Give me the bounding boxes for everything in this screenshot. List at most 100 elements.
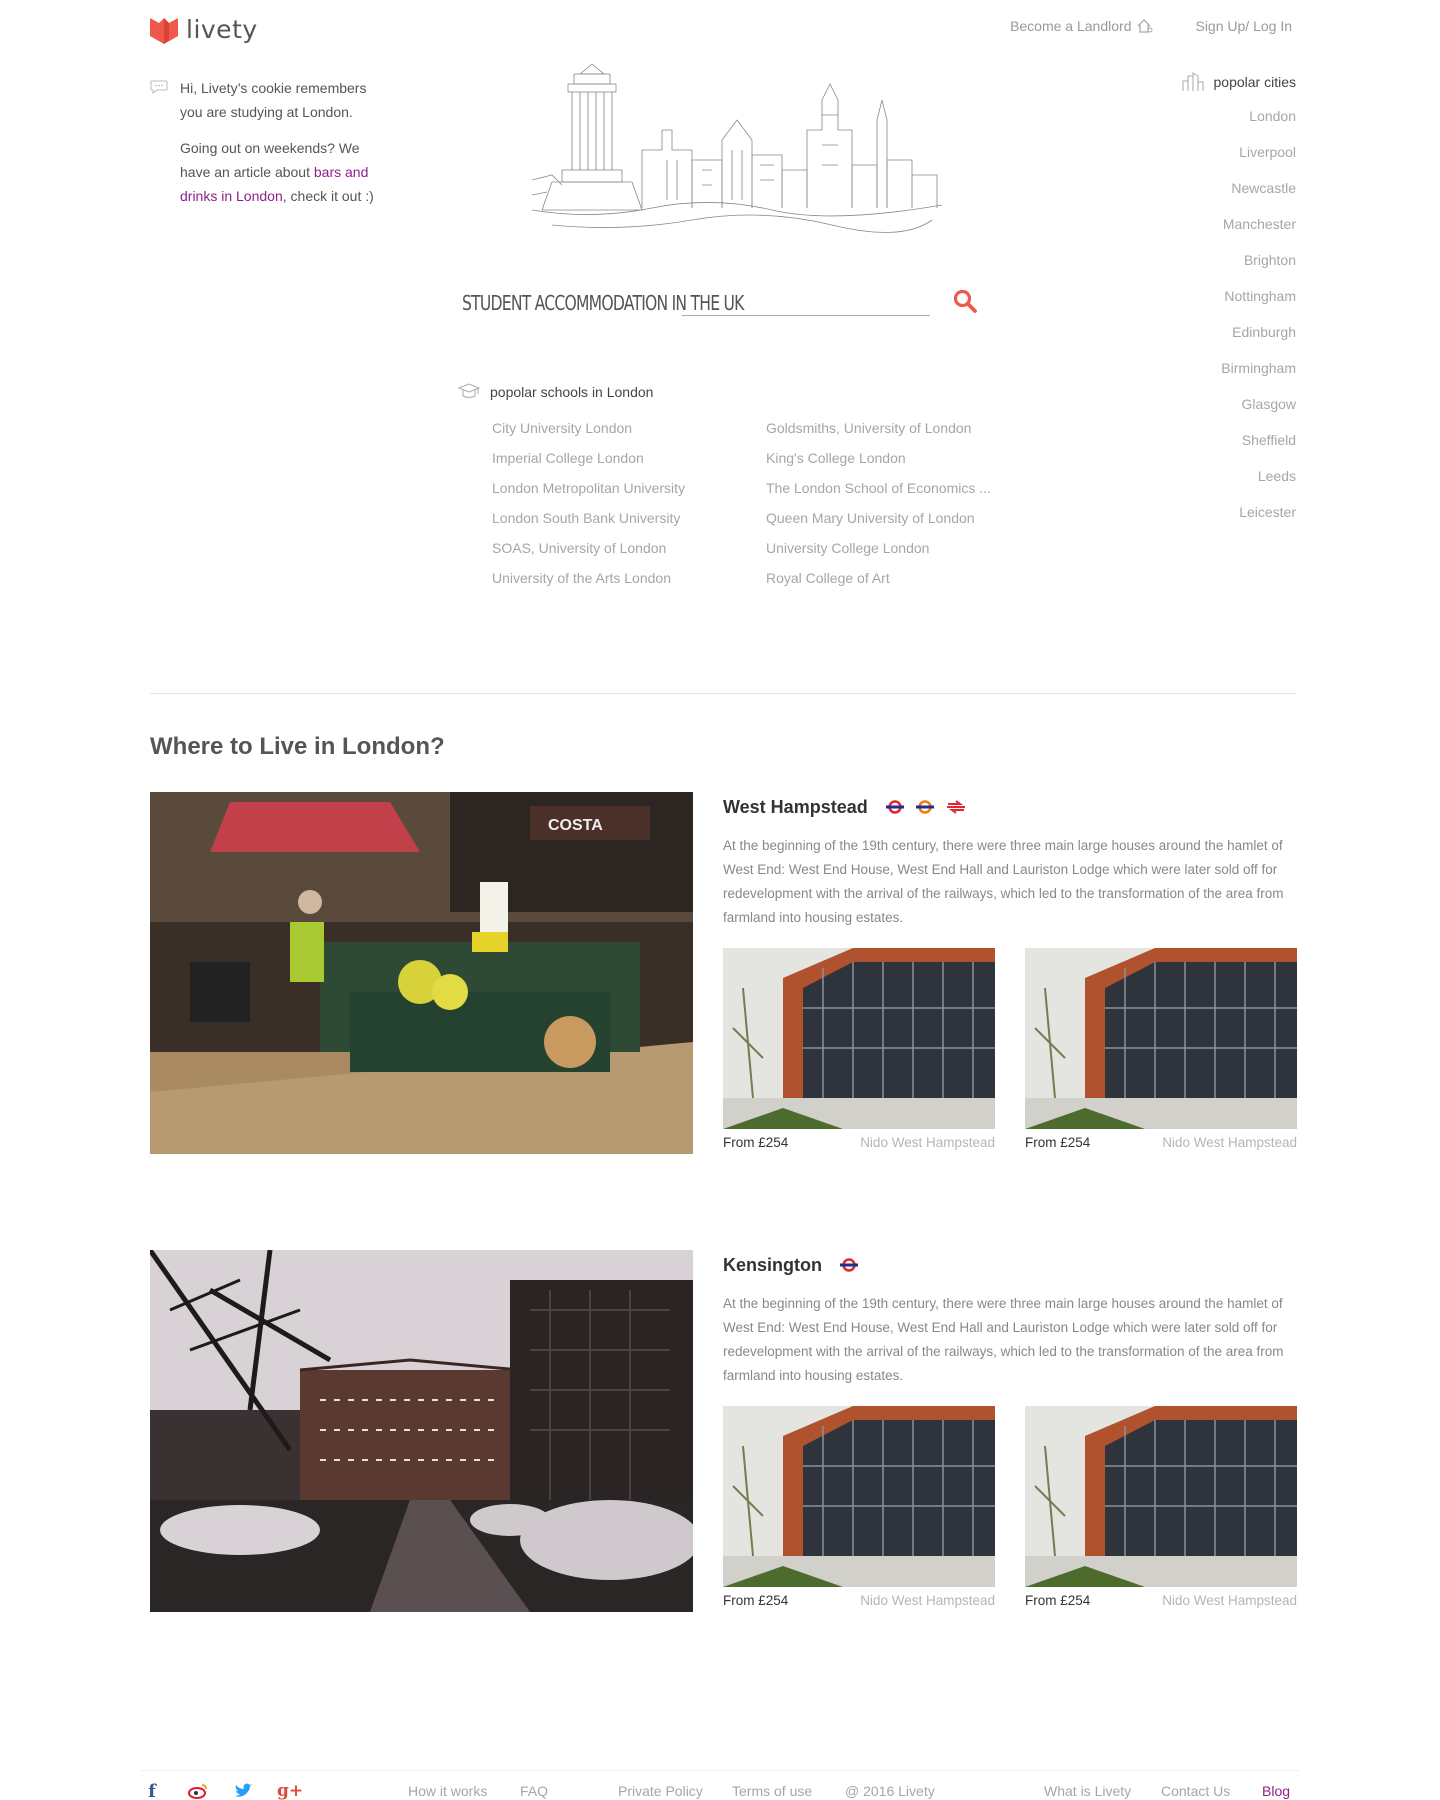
- school-link[interactable]: The London School of Economics ...: [766, 478, 996, 498]
- skyline-illustration: [532, 63, 942, 233]
- listings: From £254 Nido West Hampstead From £254 …: [723, 1406, 1297, 1608]
- city-link[interactable]: Glasgow: [1076, 394, 1296, 430]
- city-link[interactable]: London: [1076, 106, 1296, 142]
- weibo-link[interactable]: [186, 1781, 210, 1800]
- svg-text:COSTA: COSTA: [548, 817, 603, 834]
- building-photo-illustration: [1025, 948, 1297, 1129]
- school-link[interactable]: Queen Mary University of London: [766, 508, 996, 528]
- twitter-link[interactable]: [232, 1781, 256, 1800]
- popular-cities: popolar cities London Liverpool Newcastl…: [1076, 72, 1296, 538]
- city-link[interactable]: Edinburgh: [1076, 322, 1296, 358]
- school-link[interactable]: City University London: [492, 418, 766, 438]
- chat-bubble-icon: [150, 80, 168, 94]
- graduation-cap-icon: [458, 383, 480, 398]
- listing-photo: [1025, 1406, 1297, 1587]
- house-icon: [1138, 19, 1153, 33]
- twitter-icon: [232, 1781, 256, 1800]
- privacy-policy-link[interactable]: Private Policy: [618, 1783, 703, 1799]
- transport-icons: [840, 1258, 858, 1272]
- search-bar: Student Accommodation in the UK: [462, 288, 978, 316]
- top-nav: Become a Landlord Sign Up/ Log In: [1010, 18, 1292, 34]
- schools-list: City University London Goldsmiths, Unive…: [492, 418, 998, 588]
- listing-photo: [723, 948, 995, 1129]
- listing-price: From £254: [723, 1135, 789, 1150]
- area-info: West Hampstead At the beginning of the 1…: [723, 792, 1297, 1150]
- underground-roundel-icon: [840, 1258, 858, 1272]
- listing-name: Nido West Hampstead: [1162, 1135, 1297, 1150]
- city-link[interactable]: Manchester: [1076, 214, 1296, 250]
- building-photo-illustration: [723, 948, 995, 1129]
- listings: From £254 Nido West Hampstead From £254 …: [723, 948, 1297, 1150]
- area-card-kensington: Kensington At the beginning of the 19th …: [150, 1250, 1297, 1612]
- overground-roundel-icon: [915, 800, 934, 814]
- school-link[interactable]: Imperial College London: [492, 448, 766, 468]
- schools-heading-label: popolar schools in London: [490, 384, 654, 400]
- city-link[interactable]: Sheffield: [1076, 430, 1296, 466]
- livety-logo[interactable]: livety: [150, 14, 258, 44]
- livety-logo-icon: [150, 18, 178, 44]
- listing-card[interactable]: From £254 Nido West Hampstead: [723, 948, 995, 1150]
- cookie-message: Hi, Livety’s cookie remembers you are st…: [150, 76, 380, 220]
- become-landlord-link[interactable]: Become a Landlord: [1010, 18, 1153, 34]
- school-link[interactable]: Royal College of Art: [766, 568, 996, 588]
- school-link[interactable]: University of the Arts London: [492, 568, 766, 588]
- facebook-link[interactable]: f: [140, 1781, 164, 1800]
- search-icon: [953, 289, 977, 313]
- areas-section-title: Where to Live in London?: [150, 733, 445, 760]
- cookie-line-1: Hi, Livety’s cookie remembers you are st…: [180, 80, 367, 120]
- how-it-works-link[interactable]: How it works: [408, 1783, 487, 1799]
- market-photo-illustration: COSTA: [150, 792, 693, 1154]
- signup-login-link[interactable]: Sign Up/ Log In: [1195, 18, 1292, 34]
- listing-card[interactable]: From £254 Nido West Hampstead: [1025, 1406, 1297, 1608]
- google-plus-link[interactable]: g+: [276, 1781, 304, 1800]
- city-link[interactable]: Leicester: [1076, 502, 1296, 538]
- city-link[interactable]: Newcastle: [1076, 178, 1296, 214]
- city-link[interactable]: Liverpool: [1076, 142, 1296, 178]
- street-photo-illustration: [150, 1250, 693, 1612]
- school-link[interactable]: Goldsmiths, University of London: [766, 418, 996, 438]
- listing-price: From £254: [1025, 1135, 1091, 1150]
- blog-link[interactable]: Blog: [1262, 1783, 1290, 1799]
- become-landlord-label: Become a Landlord: [1010, 18, 1132, 34]
- footer: f g+ How it works FAQ Private Policy Ter…: [140, 1770, 1300, 1800]
- area-photo-street[interactable]: [150, 1250, 693, 1612]
- area-photo-market[interactable]: COSTA: [150, 792, 693, 1154]
- contact-us-link[interactable]: Contact Us: [1161, 1783, 1230, 1799]
- school-link[interactable]: SOAS, University of London: [492, 538, 766, 558]
- school-link[interactable]: King's College London: [766, 448, 996, 468]
- terms-of-use-link[interactable]: Terms of use: [732, 1783, 812, 1799]
- section-divider: [150, 693, 1296, 694]
- listing-card[interactable]: From £254 Nido West Hampstead: [1025, 948, 1297, 1150]
- listing-price: From £254: [723, 1593, 789, 1608]
- city-link[interactable]: Birmingham: [1076, 358, 1296, 394]
- cookie-line-2-post: , check it out :): [282, 188, 374, 204]
- national-rail-icon: [946, 800, 965, 814]
- school-link[interactable]: London South Bank University: [492, 508, 766, 528]
- building-photo-illustration: [1025, 1406, 1297, 1587]
- listing-photo: [723, 1406, 995, 1587]
- transport-icons: [885, 800, 966, 814]
- area-info: Kensington At the beginning of the 19th …: [723, 1250, 1297, 1608]
- school-link[interactable]: University College London: [766, 538, 996, 558]
- copyright: @ 2016 Livety: [845, 1783, 935, 1799]
- area-description: At the beginning of the 19th century, th…: [723, 838, 1284, 925]
- city-link[interactable]: Brighton: [1076, 250, 1296, 286]
- what-is-livety-link[interactable]: What is Livety: [1044, 1783, 1131, 1799]
- area-name[interactable]: Kensington: [723, 1255, 822, 1276]
- google-plus-icon: g+: [276, 1781, 304, 1800]
- popular-schools: popolar schools in London City Universit…: [458, 382, 998, 588]
- search-button[interactable]: [952, 288, 978, 314]
- school-link[interactable]: London Metropolitan University: [492, 478, 766, 498]
- listing-photo: [1025, 948, 1297, 1129]
- weibo-icon: [186, 1781, 210, 1800]
- city-link[interactable]: Nottingham: [1076, 286, 1296, 322]
- listing-card[interactable]: From £254 Nido West Hampstead: [723, 1406, 995, 1608]
- area-name[interactable]: West Hampstead: [723, 797, 868, 818]
- area-card-west-hampstead: COSTA West Hampstead At the beginning of…: [150, 792, 1297, 1154]
- facebook-icon: f: [148, 1780, 156, 1800]
- faq-link[interactable]: FAQ: [520, 1783, 548, 1799]
- search-title: Student Accommodation in the UK: [462, 291, 744, 315]
- cities-heading: popolar cities: [1076, 72, 1296, 92]
- city-link[interactable]: Leeds: [1076, 466, 1296, 502]
- city-buildings-icon: [1182, 72, 1203, 91]
